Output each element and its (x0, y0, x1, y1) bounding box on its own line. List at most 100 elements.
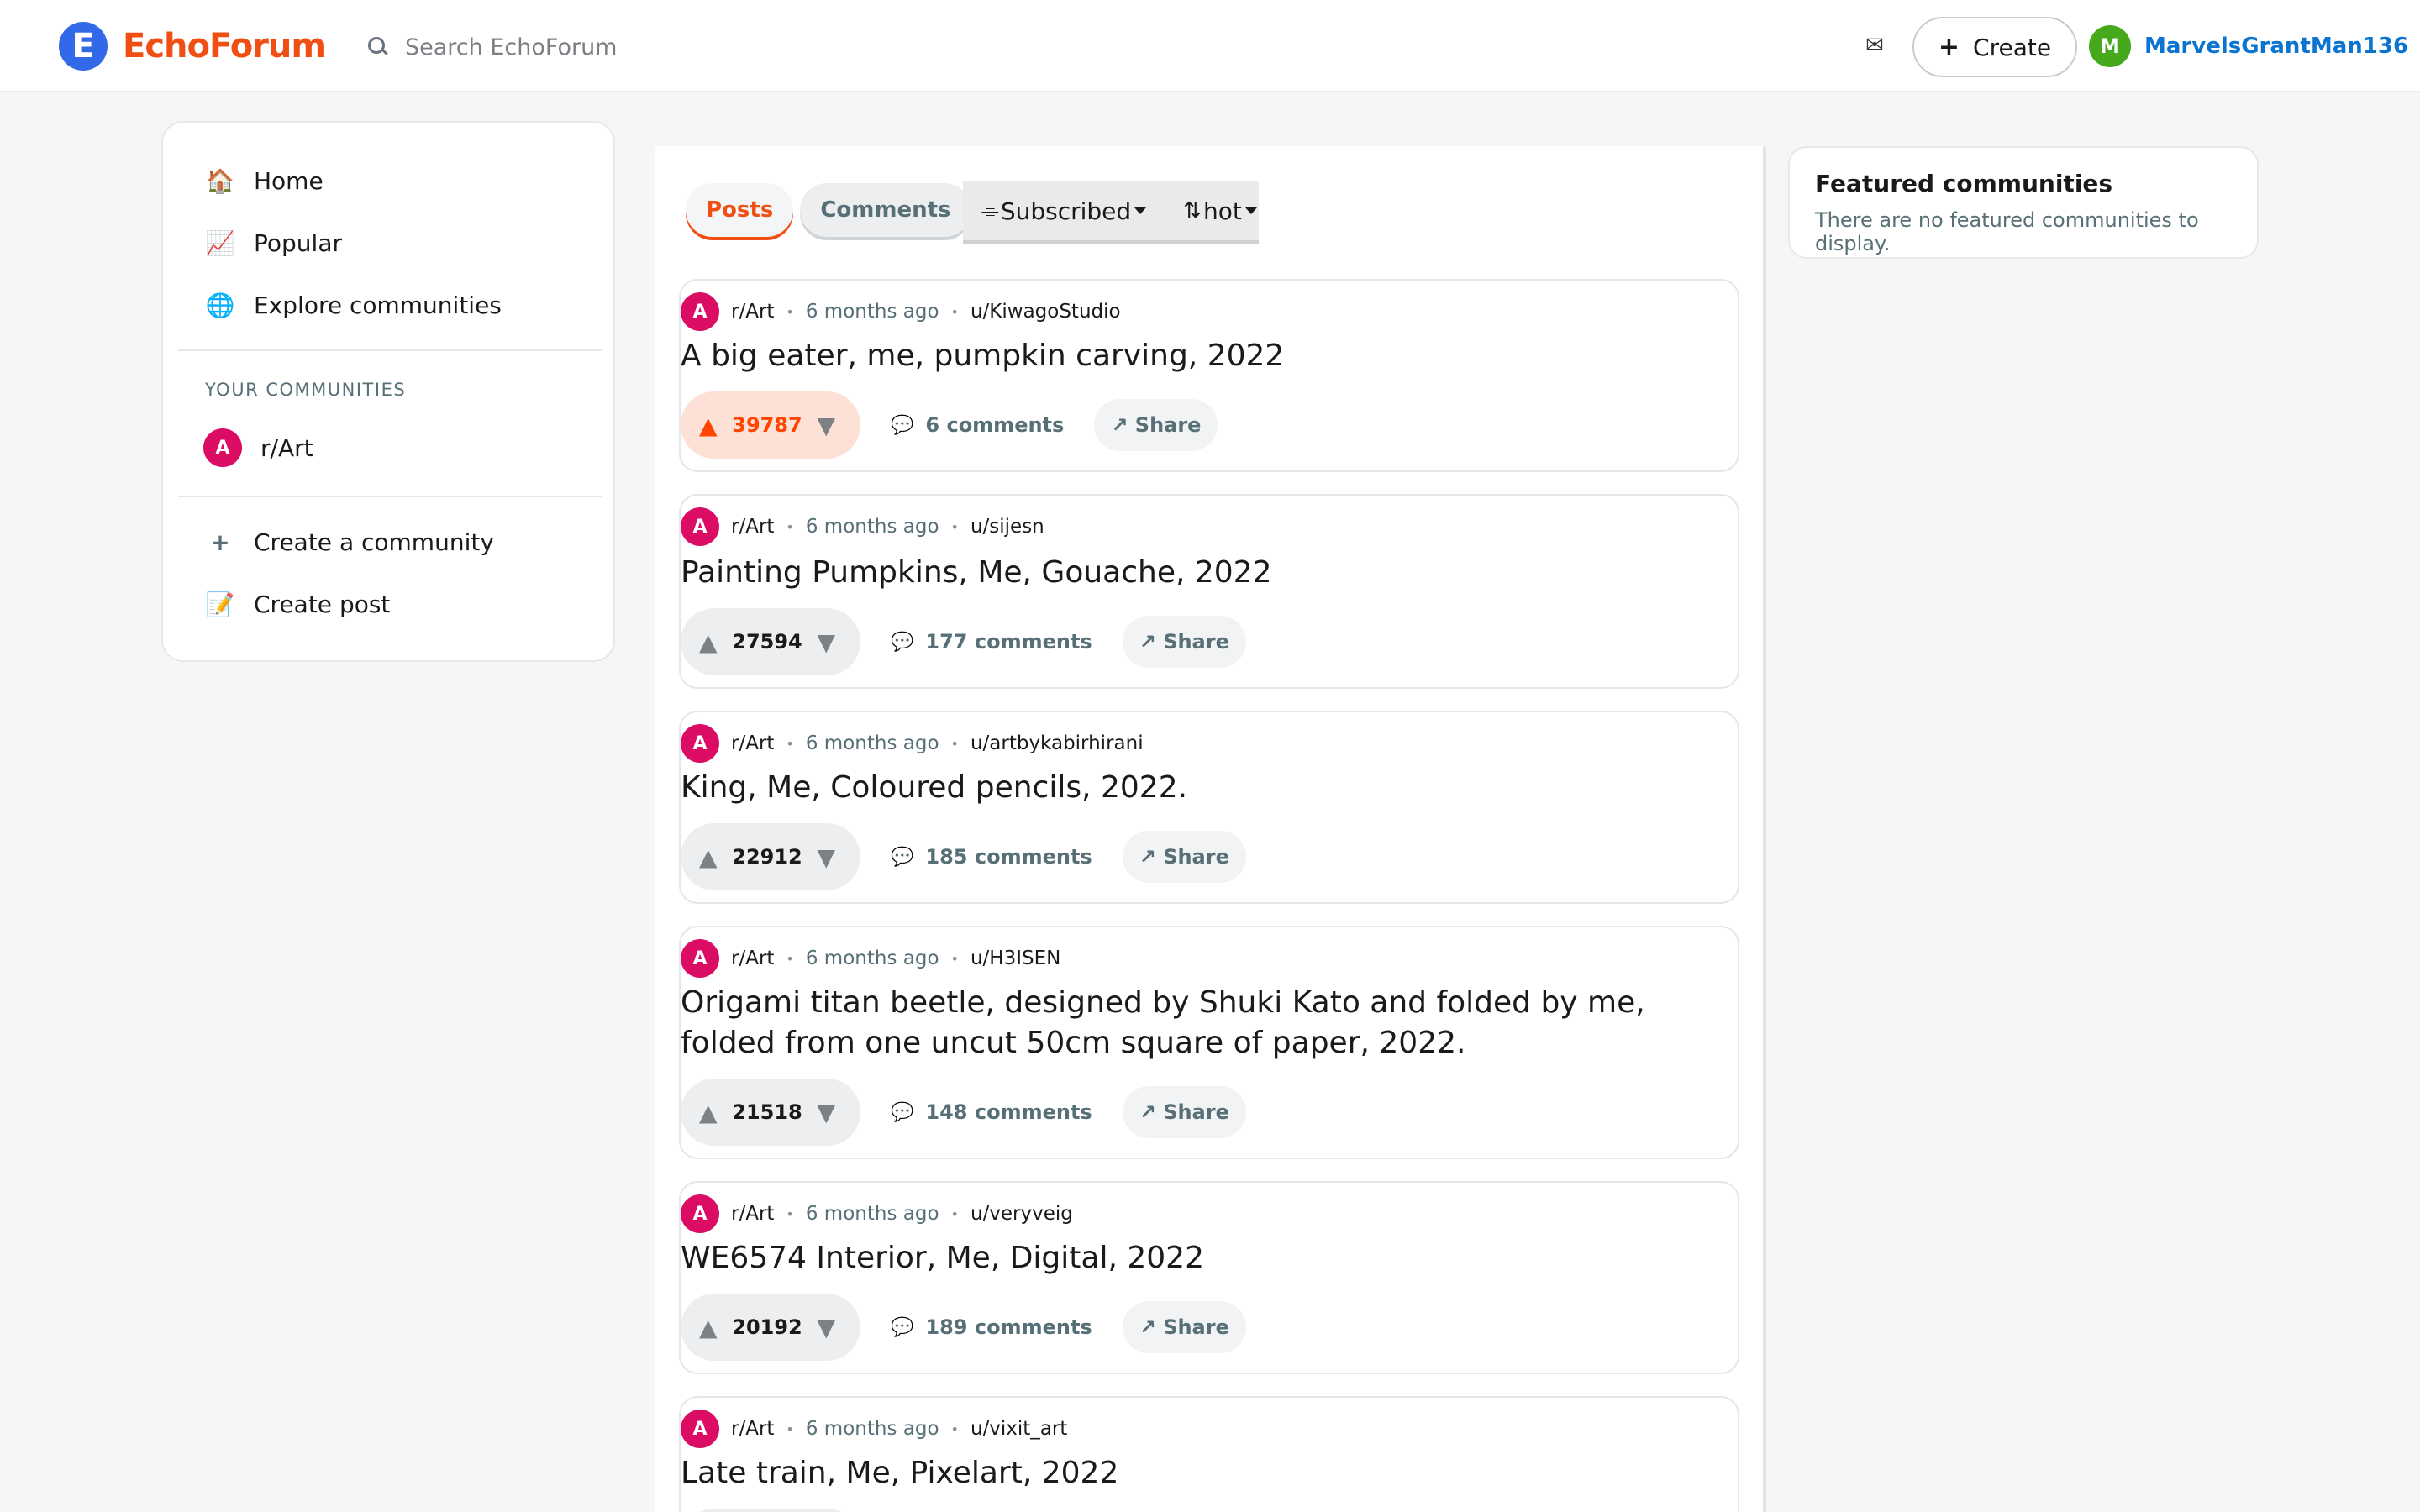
vote-control (681, 1509, 860, 1512)
community-avatar: A (681, 1194, 719, 1233)
separator-dot: • (786, 1205, 794, 1222)
separator-dot: • (950, 303, 959, 320)
post-card[interactable]: A r/Art • 6 months ago • u/veryveig WE65… (679, 1181, 1739, 1374)
separator-dot: • (786, 518, 794, 535)
search-input[interactable] (405, 34, 909, 60)
memo-icon: 📝 (205, 590, 235, 618)
separator-dot: • (950, 1420, 959, 1437)
subscribed-filter[interactable]: ⌯ Subscribed (981, 197, 1147, 225)
downvote-icon[interactable]: ▼ (817, 843, 835, 871)
post-meta: A r/Art • 6 months ago • u/veryveig (681, 1194, 1073, 1233)
share-icon: ↗ (1139, 630, 1164, 654)
post-meta: A r/Art • 6 months ago • u/sijesn (681, 507, 1044, 546)
upvote-icon[interactable]: ▲ (699, 412, 718, 439)
community-avatar: A (203, 428, 242, 467)
sort-icon: ⇅ (1183, 198, 1202, 223)
downvote-icon[interactable]: ▼ (817, 412, 835, 439)
post-actions: ▲ 21518 ▼ 💬 148 comments ↗ Share (681, 1079, 1246, 1146)
post-community[interactable]: r/Art (731, 1418, 774, 1440)
left-sidebar: 🏠 Home 📈 Popular 🌐 Explore communities Y… (161, 121, 615, 662)
vote-score: 39787 (732, 413, 802, 437)
sidebar-item-create-community[interactable]: + Create a community (205, 521, 494, 563)
post-card[interactable]: A r/Art • 6 months ago • u/H3ISEN Origam… (679, 926, 1739, 1159)
post-community[interactable]: r/Art (731, 516, 774, 538)
comments-button[interactable]: 💬 148 comments (891, 1100, 1092, 1124)
tab-posts[interactable]: Posts (686, 183, 794, 237)
site-logo[interactable]: E EchoForum (59, 22, 326, 71)
comments-count: 177 comments (925, 630, 1092, 654)
username: MarvelsGrantMan136 (2144, 34, 2409, 59)
post-author[interactable]: u/vixit_art (971, 1418, 1067, 1440)
post-card[interactable]: A r/Art • 6 months ago • u/vixit_art Lat… (679, 1396, 1739, 1512)
share-button[interactable]: ↗ Share (1122, 616, 1246, 668)
sidebar-item-community-art[interactable]: A r/Art (203, 427, 313, 469)
post-author[interactable]: u/sijesn (971, 516, 1044, 538)
post-card[interactable]: A r/Art • 6 months ago • u/artbykabirhir… (679, 711, 1739, 904)
comments-button[interactable]: 💬 185 comments (891, 845, 1092, 869)
post-title[interactable]: WE6574 Interior, Me, Digital, 2022 (681, 1238, 1731, 1278)
sort-filter[interactable]: ⇅ hot (1183, 197, 1257, 225)
sidebar-item-home[interactable]: 🏠 Home (205, 160, 324, 202)
post-author[interactable]: u/artbykabirhirani (971, 732, 1144, 754)
post-card[interactable]: A r/Art • 6 months ago • u/sijesn Painti… (679, 494, 1739, 689)
user-menu[interactable]: M MarvelsGrantMan136 (2089, 25, 2420, 67)
post-actions: ▲ 20192 ▼ 💬 189 comments ↗ Share (681, 1294, 1246, 1361)
upvote-icon[interactable]: ▲ (699, 1099, 718, 1126)
share-button[interactable]: ↗ Share (1094, 399, 1218, 451)
featured-communities-title: Featured communities (1815, 170, 2113, 197)
post-actions: ▲ 22912 ▼ 💬 185 comments ↗ Share (681, 823, 1246, 890)
filter-label: Subscribed (1000, 197, 1132, 225)
sidebar-item-create-post[interactable]: 📝 Create post (205, 583, 391, 625)
user-avatar: M (2089, 25, 2131, 67)
post-community[interactable]: r/Art (731, 948, 774, 969)
comment-icon: 💬 (891, 1101, 914, 1123)
upvote-icon[interactable]: ▲ (699, 1314, 718, 1341)
search-bar (366, 27, 909, 67)
comment-icon: 💬 (891, 414, 914, 436)
separator-dot: • (786, 735, 794, 752)
chevron-down-icon (1244, 207, 1257, 214)
downvote-icon[interactable]: ▼ (817, 1099, 835, 1126)
separator-dot: • (950, 950, 959, 967)
globe-icon: 🌐 (205, 291, 235, 319)
share-label: Share (1163, 1315, 1229, 1339)
sidebar-item-popular[interactable]: 📈 Popular (205, 222, 342, 264)
trending-icon: 📈 (205, 228, 235, 257)
downvote-icon[interactable]: ▼ (817, 1314, 835, 1341)
post-community[interactable]: r/Art (731, 732, 774, 754)
filter-label: hot (1202, 197, 1242, 225)
comments-button[interactable]: 💬 189 comments (891, 1315, 1092, 1339)
separator-dot: • (950, 735, 959, 752)
upvote-icon[interactable]: ▲ (699, 628, 718, 656)
post-community[interactable]: r/Art (731, 301, 774, 323)
comment-icon: 💬 (891, 1316, 914, 1338)
post-card[interactable]: A r/Art • 6 months ago • u/KiwagoStudio … (679, 279, 1739, 472)
create-button-label: Create (1973, 33, 2052, 61)
post-meta: A r/Art • 6 months ago • u/artbykabirhir… (681, 724, 1144, 763)
post-title[interactable]: A big eater, me, pumpkin carving, 2022 (681, 336, 1731, 376)
share-button[interactable]: ↗ Share (1122, 831, 1246, 883)
post-author[interactable]: u/veryveig (971, 1203, 1073, 1225)
downvote-icon[interactable]: ▼ (817, 628, 835, 656)
post-author[interactable]: u/KiwagoStudio (971, 301, 1121, 323)
post-time: 6 months ago (805, 301, 939, 323)
upvote-icon[interactable]: ▲ (699, 843, 718, 871)
sidebar-item-explore[interactable]: 🌐 Explore communities (205, 284, 502, 326)
comments-button[interactable]: 💬 177 comments (891, 630, 1092, 654)
post-author[interactable]: u/H3ISEN (971, 948, 1060, 969)
featured-communities-empty: There are no featured communities to dis… (1815, 208, 2199, 255)
create-button[interactable]: + Create (1912, 17, 2077, 77)
post-title[interactable]: Painting Pumpkins, Me, Gouache, 2022 (681, 553, 1731, 593)
community-avatar: A (681, 292, 719, 331)
mail-icon[interactable]: ✉ (1862, 30, 1887, 60)
feed-tabs: Posts Comments (686, 183, 971, 237)
share-button[interactable]: ↗ Share (1122, 1086, 1246, 1138)
top-bar: E EchoForum ✉ + Create M MarvelsGrantMan… (0, 0, 2420, 92)
tab-comments[interactable]: Comments (800, 183, 971, 237)
post-title[interactable]: King, Me, Coloured pencils, 2022. (681, 768, 1731, 808)
post-title[interactable]: Origami titan beetle, designed by Shuki … (681, 983, 1731, 1063)
post-title[interactable]: Late train, Me, Pixelart, 2022 (681, 1453, 1731, 1494)
post-community[interactable]: r/Art (731, 1203, 774, 1225)
share-button[interactable]: ↗ Share (1122, 1301, 1246, 1353)
comments-button[interactable]: 💬 6 comments (891, 413, 1064, 437)
